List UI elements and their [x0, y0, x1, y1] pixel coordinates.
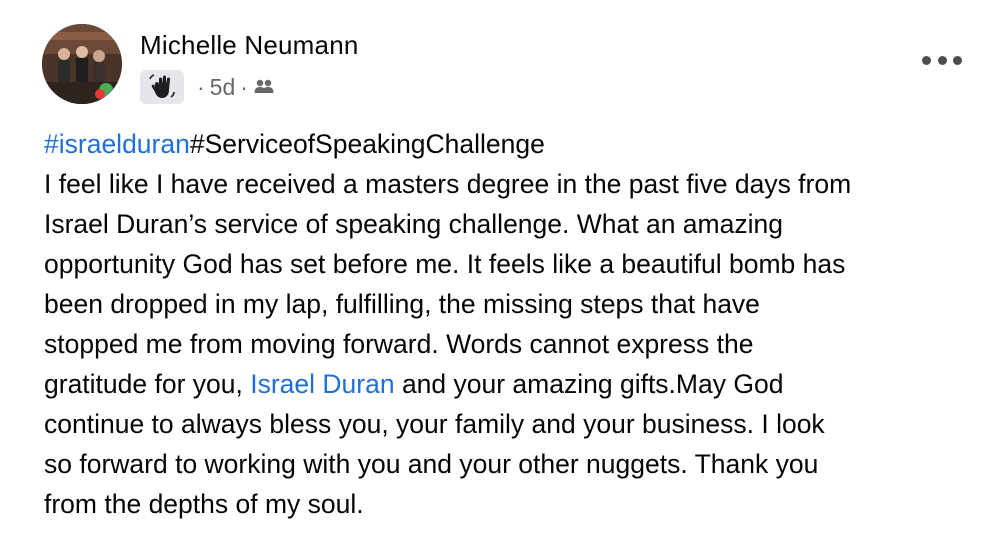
line-text: and your amazing gifts.May God [394, 369, 784, 399]
line-text: gratitude for you, [44, 369, 251, 399]
post-line: continue to always bless you, your famil… [44, 409, 825, 439]
tagged-person-link[interactable]: Israel Duran [250, 369, 394, 399]
meta-separator: · [240, 73, 248, 100]
post-line: opportunity God has set before me. It fe… [44, 249, 846, 279]
post-meta: · 5d · [140, 70, 275, 104]
meta-separator: · [197, 73, 205, 100]
post-line: from the depths of my soul. [44, 489, 364, 519]
post-line: stopped me from moving forward. Words ca… [44, 329, 754, 359]
post-line: so forward to working with you and your … [44, 449, 819, 479]
post-line: gratitude for you, Israel Duran and your… [44, 364, 984, 404]
dot-icon [953, 55, 962, 65]
facebook-post: Michelle Neumann · 5d · #israelduran#Ser [0, 0, 1004, 544]
waving-hand-icon[interactable] [140, 70, 184, 104]
hashtag-text: #ServiceofSpeakingChallenge [189, 129, 545, 159]
avatar-photo [42, 24, 122, 104]
post-time[interactable]: 5d [210, 74, 236, 101]
dot-icon [937, 55, 947, 65]
author-name[interactable]: Michelle Neumann [140, 30, 359, 61]
post-text: #israelduran#ServiceofSpeakingChallenge … [44, 124, 984, 524]
post-line: I feel like I have received a masters de… [44, 169, 852, 199]
avatar[interactable] [42, 24, 122, 104]
hashtag-link[interactable]: #israelduran [44, 129, 190, 159]
post-line: Israel Duran’s service of speaking chall… [44, 209, 783, 239]
hashtag-line: #israelduran#ServiceofSpeakingChallenge [44, 124, 984, 164]
more-options-button[interactable] [922, 52, 962, 68]
dot-icon [922, 55, 931, 65]
post-line: been dropped in my lap, fulfilling, the … [44, 289, 760, 319]
friends-audience-icon[interactable] [253, 76, 275, 98]
